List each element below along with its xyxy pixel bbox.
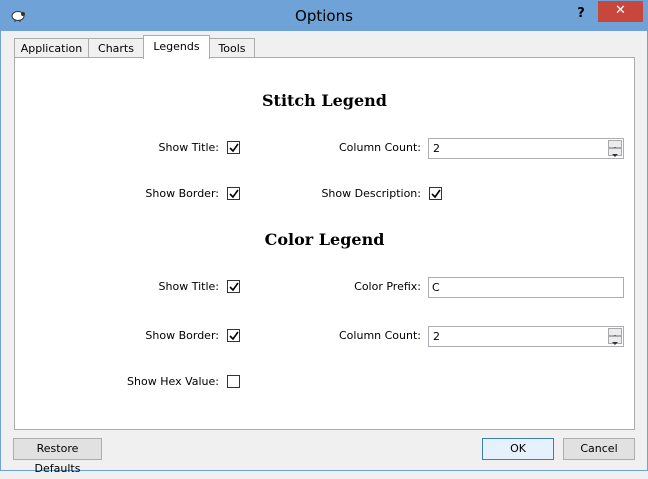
tab-charts[interactable]: Charts — [88, 38, 144, 58]
color-prefix-input[interactable] — [429, 278, 622, 297]
help-button[interactable]: ? — [571, 3, 591, 25]
color-column-count-label: Column Count: — [339, 329, 421, 342]
color-show-title-label: Show Title: — [158, 280, 219, 293]
stitch-column-count-spinbox[interactable]: 2 — [428, 138, 624, 159]
checkmark-icon — [229, 331, 239, 341]
color-legend-heading: Color Legend — [264, 230, 385, 249]
spin-arrows[interactable] — [608, 328, 622, 345]
title-bar[interactable]: Options ? ✕ — [1, 1, 647, 31]
stitch-show-title-checkbox[interactable] — [227, 141, 240, 154]
color-column-count-spinbox[interactable]: 2 — [428, 326, 624, 347]
stitch-column-count-value: 2 — [433, 142, 440, 155]
color-prefix-field[interactable] — [428, 277, 624, 298]
stitch-show-border-label: Show Border: — [145, 187, 219, 200]
window-title: Options — [295, 7, 353, 25]
spin-up-icon[interactable] — [608, 328, 622, 338]
color-prefix-label: Color Prefix: — [354, 280, 421, 293]
stitch-legend-heading: Stitch Legend — [262, 91, 387, 110]
color-show-title-checkbox[interactable] — [227, 280, 240, 293]
options-window: Options ? ✕ Application Charts Legends T… — [0, 0, 648, 475]
legends-panel: Stitch Legend Show Title: Column Count: … — [14, 57, 635, 430]
spin-up-icon[interactable] — [608, 140, 622, 150]
tab-application[interactable]: Application — [14, 38, 89, 58]
spin-arrows[interactable] — [608, 140, 622, 157]
checkmark-icon — [229, 143, 239, 153]
close-button[interactable]: ✕ — [598, 1, 643, 22]
color-show-border-label: Show Border: — [145, 329, 219, 342]
checkmark-icon — [229, 282, 239, 292]
color-column-count-value: 2 — [433, 330, 440, 343]
stitch-show-description-label: Show Description: — [321, 187, 421, 200]
checkmark-icon — [431, 189, 441, 199]
tab-tools[interactable]: Tools — [209, 38, 255, 58]
cancel-button[interactable]: Cancel — [563, 438, 635, 460]
stitch-column-count-label: Column Count: — [339, 141, 421, 154]
stitch-show-title-label: Show Title: — [158, 141, 219, 154]
color-show-hex-label: Show Hex Value: — [127, 375, 219, 388]
stitch-show-description-checkbox[interactable] — [429, 187, 442, 200]
spin-down-icon[interactable] — [608, 148, 622, 157]
color-show-hex-checkbox[interactable] — [227, 375, 240, 388]
stitch-show-border-checkbox[interactable] — [227, 187, 240, 200]
tab-legends[interactable]: Legends — [143, 35, 210, 59]
checkmark-icon — [229, 189, 239, 199]
color-show-border-checkbox[interactable] — [227, 329, 240, 342]
restore-defaults-button[interactable]: Restore Defaults — [13, 438, 102, 475]
spin-down-icon[interactable] — [608, 336, 622, 345]
ok-button[interactable]: OK — [482, 438, 554, 460]
